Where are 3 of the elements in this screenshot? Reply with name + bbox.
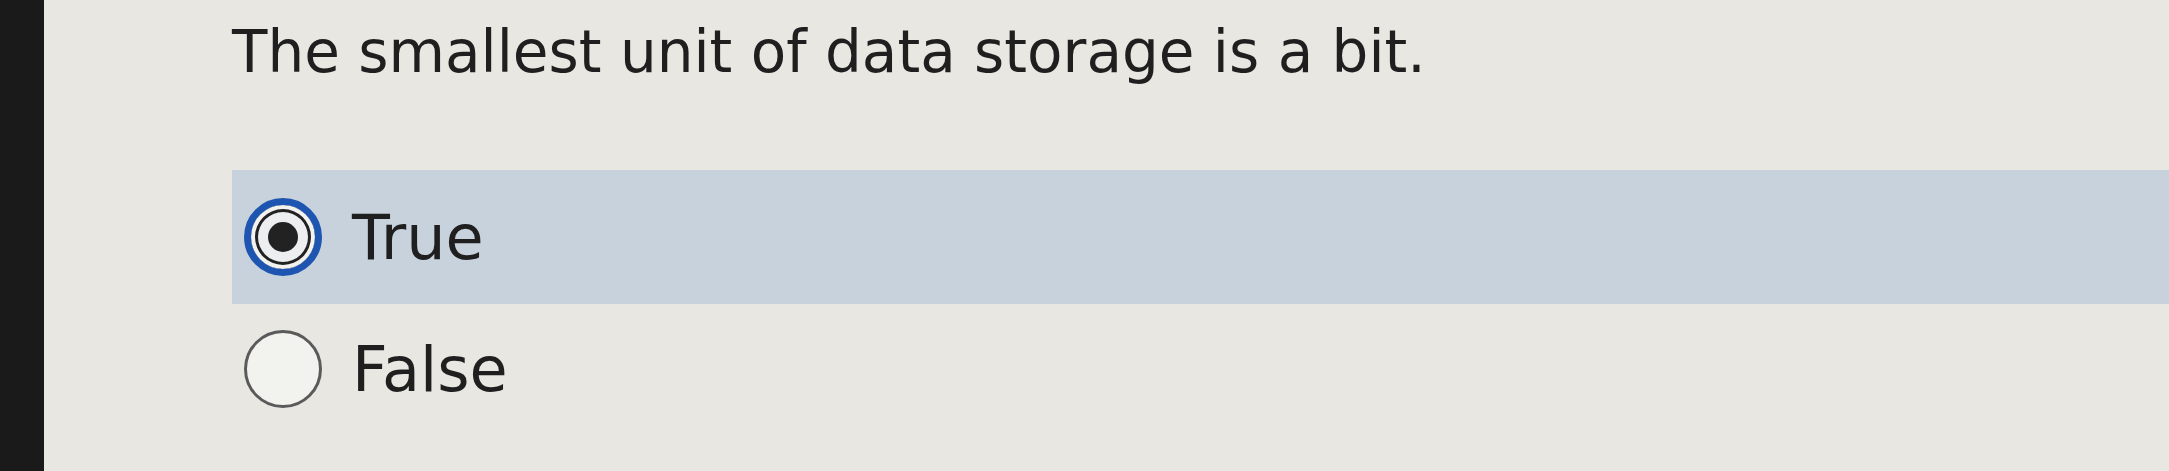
answer-option[interactable]: False xyxy=(232,304,2169,434)
question-text: The smallest unit of data storage is a bit. xyxy=(232,17,1427,88)
answer-option[interactable]: True xyxy=(232,170,2169,304)
